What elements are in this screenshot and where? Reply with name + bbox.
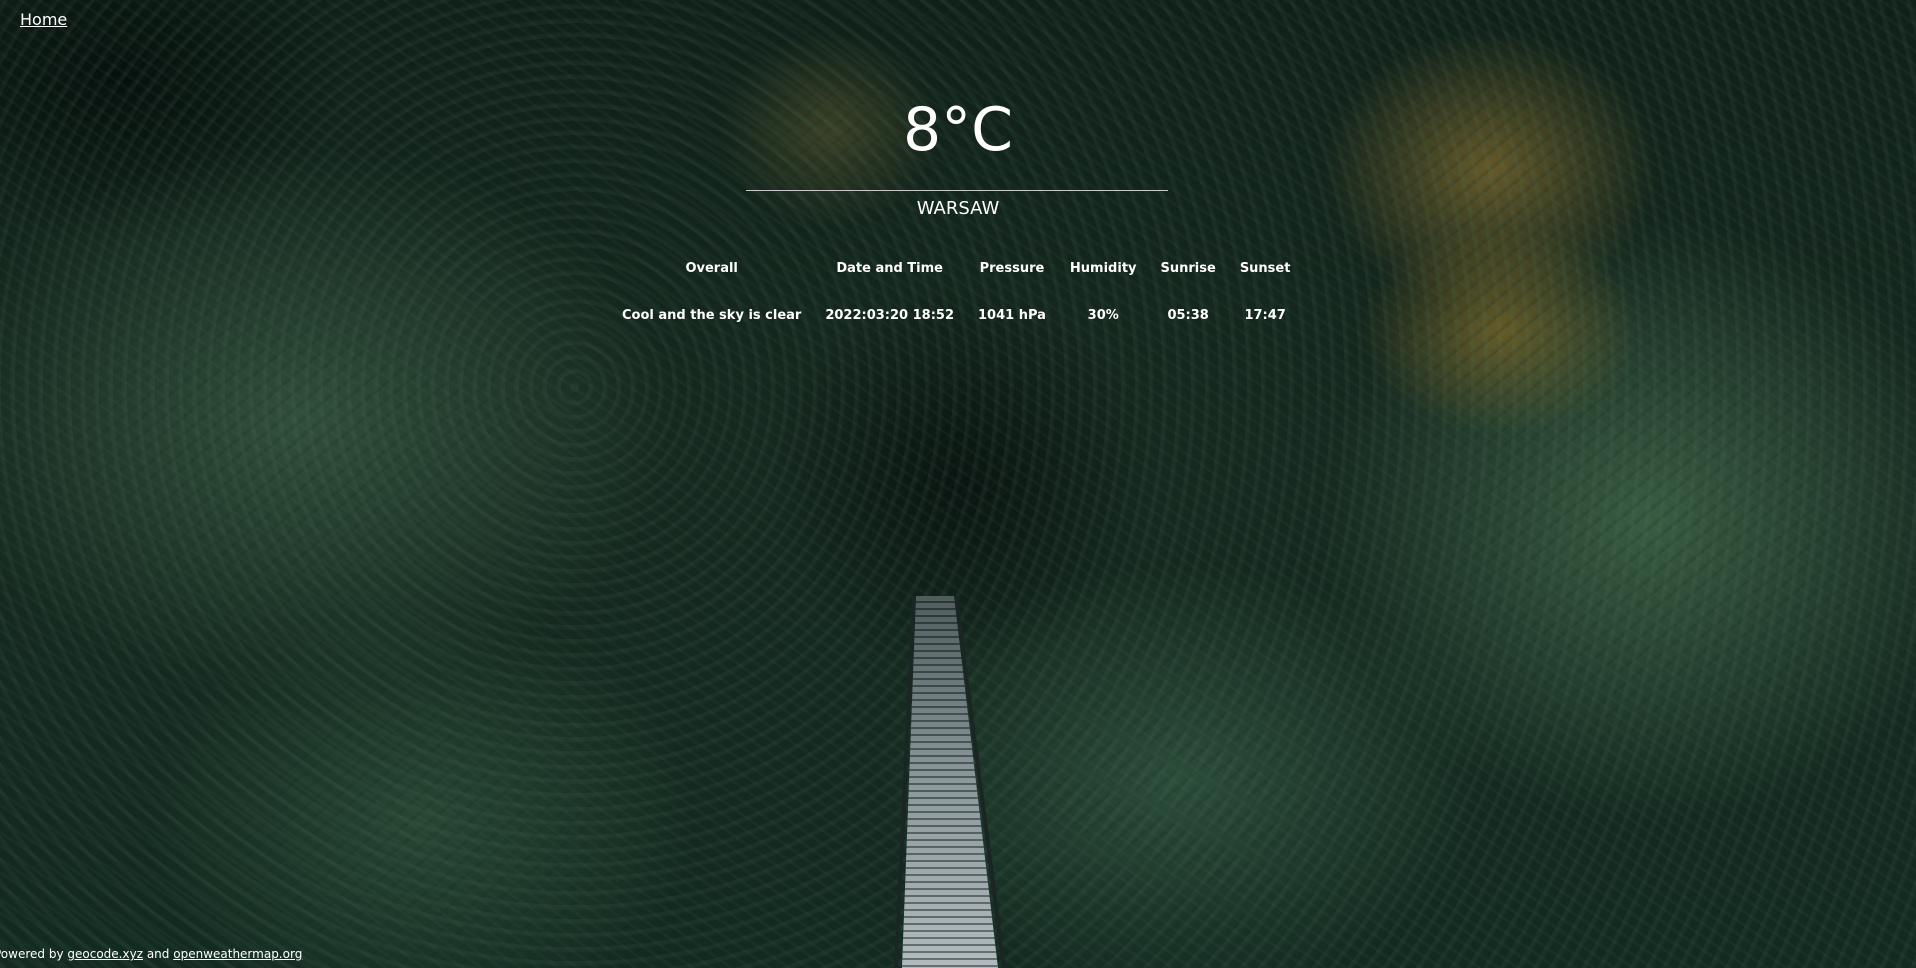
footer-prefix: Powered by xyxy=(0,947,64,961)
footer-attribution: Powered by geocode.xyz and openweatherma… xyxy=(0,947,302,961)
cell-pressure: 1041 hPa xyxy=(978,307,1046,323)
header-humidity: Humidity xyxy=(1069,260,1137,276)
cell-sunrise: 05:38 xyxy=(1167,307,1209,323)
city-name: WARSAW xyxy=(916,198,1000,219)
header-overall: Overall xyxy=(685,260,738,276)
openweathermap-link[interactable]: openweathermap.org xyxy=(173,947,302,961)
header-pressure: Pressure xyxy=(979,260,1045,276)
footer-joiner: and xyxy=(146,947,170,961)
header-sunrise: Sunrise xyxy=(1160,260,1216,276)
cell-overall: Cool and the sky is clear xyxy=(622,307,802,323)
suspension-bridge-image xyxy=(894,596,1006,968)
header-date-time: Date and Time xyxy=(836,260,943,276)
home-link[interactable]: Home xyxy=(20,10,67,29)
weather-details-table: Overall Date and Time Pressure Humidity … xyxy=(610,250,1302,344)
header-sunset: Sunset xyxy=(1239,260,1291,276)
divider-line xyxy=(746,190,1168,191)
temperature-value: 8°C xyxy=(902,95,1014,165)
cell-humidity: 30% xyxy=(1087,307,1119,323)
table-row: Cool and the sky is clear 2022:03:20 18:… xyxy=(610,286,1302,344)
table-header-row: Overall Date and Time Pressure Humidity … xyxy=(610,250,1302,286)
cell-date-time: 2022:03:20 18:52 xyxy=(825,307,954,323)
geocode-link[interactable]: geocode.xyz xyxy=(67,947,143,961)
cell-sunset: 17:47 xyxy=(1244,307,1286,323)
